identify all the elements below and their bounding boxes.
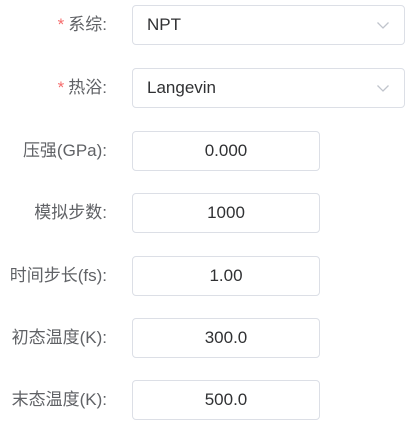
row-final-temperature: 末态温度(K): [0, 380, 417, 420]
row-ensemble: * 系综: NPT [0, 5, 417, 45]
steps-label: 模拟步数: [34, 203, 107, 222]
chevron-down-icon [377, 22, 389, 29]
pressure-label: 压强(GPa): [22, 141, 107, 160]
row-steps: 模拟步数: [0, 193, 417, 233]
ensemble-label: * 系综: [57, 15, 107, 34]
steps-input[interactable] [132, 193, 320, 233]
row-initial-temperature: 初态温度(K): [0, 318, 417, 358]
row-timestep: 时间步长(fs): [0, 256, 417, 296]
simulation-settings-form: *系综: NPT *热浴: Langevin 压强(GPa): 模拟步数: 时间… [0, 0, 417, 426]
pressure-input[interactable] [132, 131, 320, 171]
row-pressure: 压强(GPa): [0, 131, 417, 171]
required-mark: * [57, 15, 65, 34]
initial-temperature-input[interactable] [132, 318, 320, 358]
row-thermostat: * 热浴: Langevin [0, 68, 417, 108]
timestep-label: 时间步长(fs): [9, 266, 107, 285]
ensemble-select[interactable]: NPT [132, 5, 405, 45]
thermostat-select[interactable]: Langevin [132, 68, 405, 108]
thermostat-label: * 热浴: [57, 78, 107, 97]
initial-temperature-label: 初态温度(K): [11, 328, 107, 347]
thermostat-select-value: Langevin [147, 78, 217, 97]
chevron-down-icon [377, 85, 389, 92]
ensemble-select-value: NPT [147, 15, 181, 34]
required-mark: * [57, 78, 65, 97]
final-temperature-input[interactable] [132, 380, 320, 420]
final-temperature-label: 末态温度(K): [11, 390, 107, 409]
timestep-input[interactable] [132, 256, 320, 296]
